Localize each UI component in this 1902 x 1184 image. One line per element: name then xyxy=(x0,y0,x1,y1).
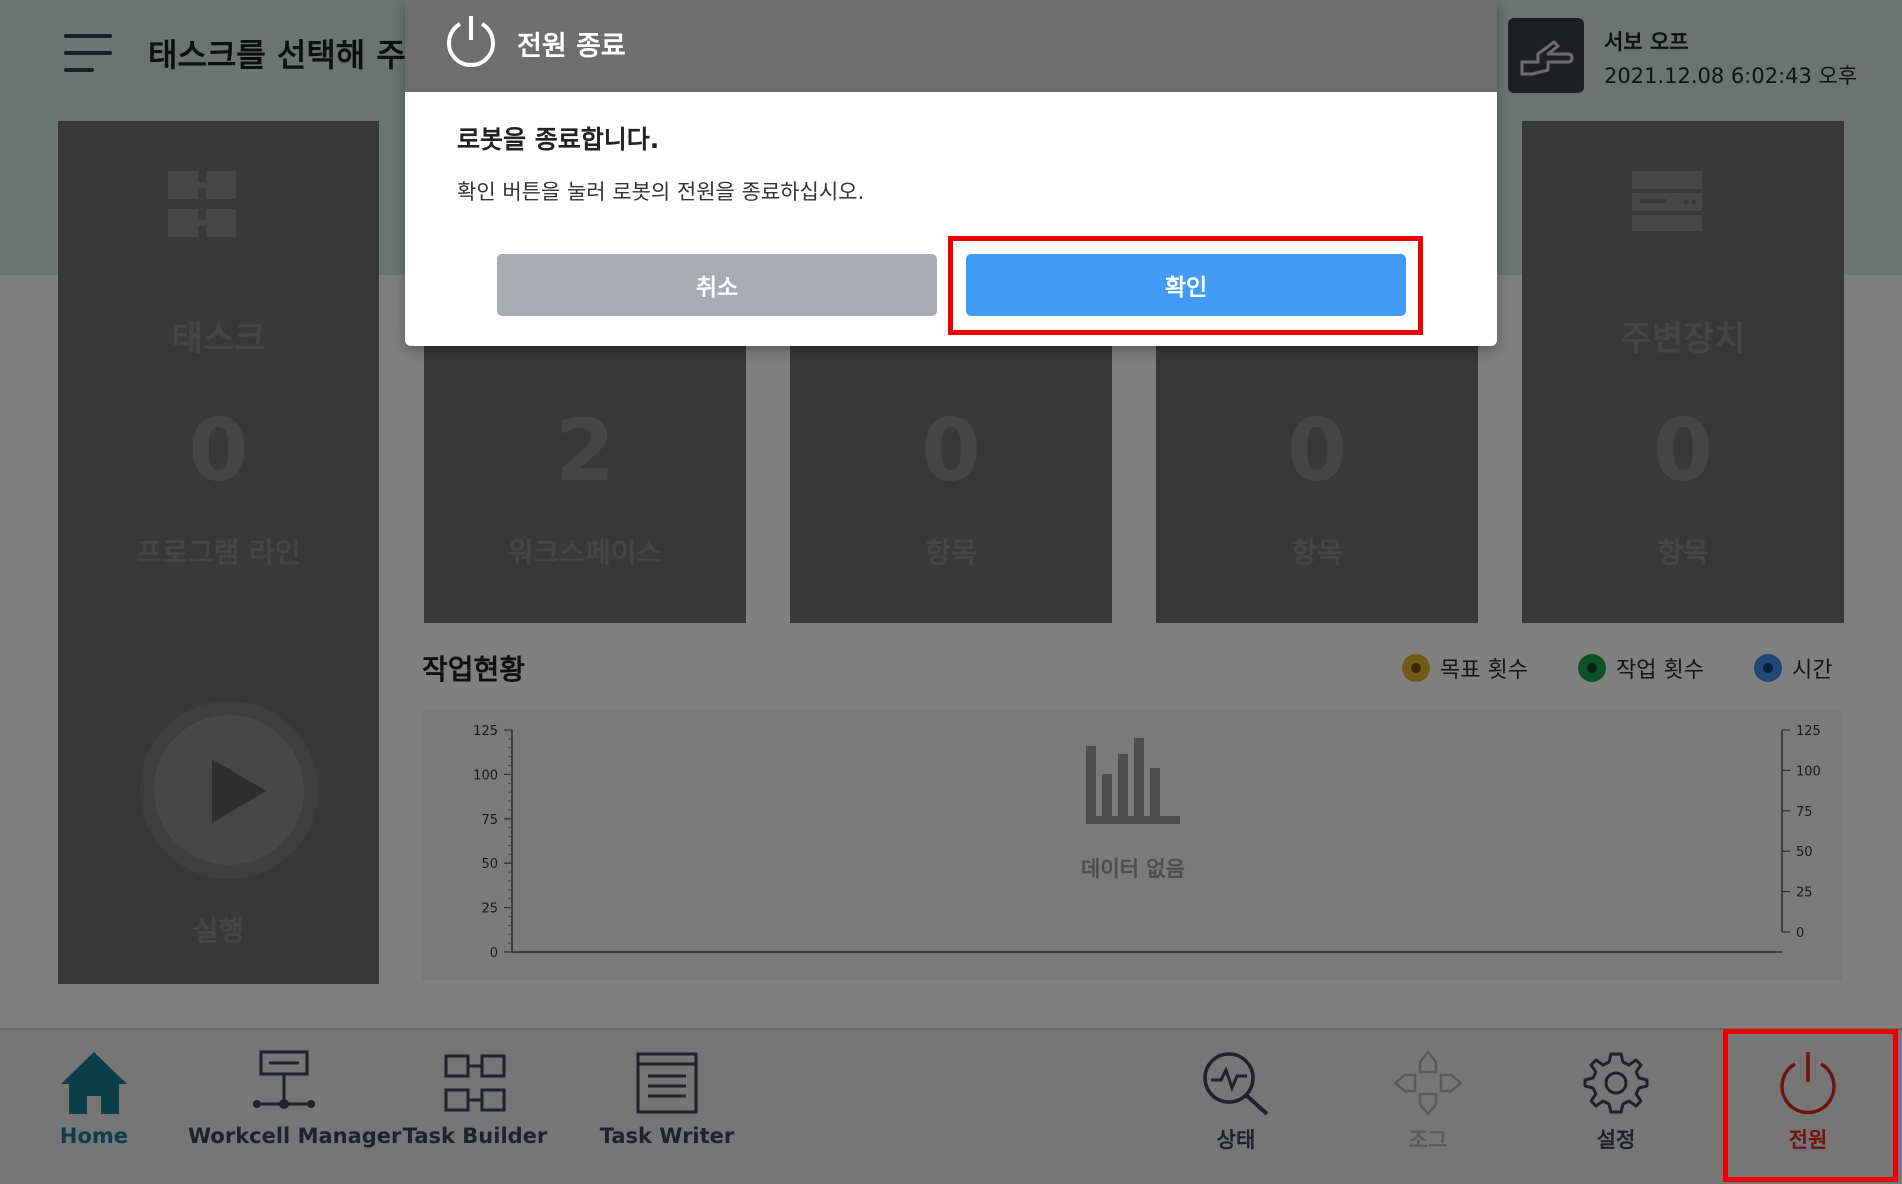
dialog-header: 전원 종료 xyxy=(405,0,1497,92)
confirm-button[interactable]: 확인 xyxy=(966,254,1406,316)
dialog-message: 확인 버튼을 눌러 로봇의 전원을 종료하십시오. xyxy=(457,180,865,204)
dialog-title: 전원 종료 xyxy=(517,31,626,62)
cancel-button[interactable]: 취소 xyxy=(497,254,937,316)
dialog-heading: 로봇을 종료합니다. xyxy=(457,125,660,154)
power-off-dialog: 전원 종료 로봇을 종료합니다. 확인 버튼을 눌러 로봇의 전원을 종료하십시… xyxy=(405,0,1497,346)
power-icon xyxy=(443,14,499,74)
